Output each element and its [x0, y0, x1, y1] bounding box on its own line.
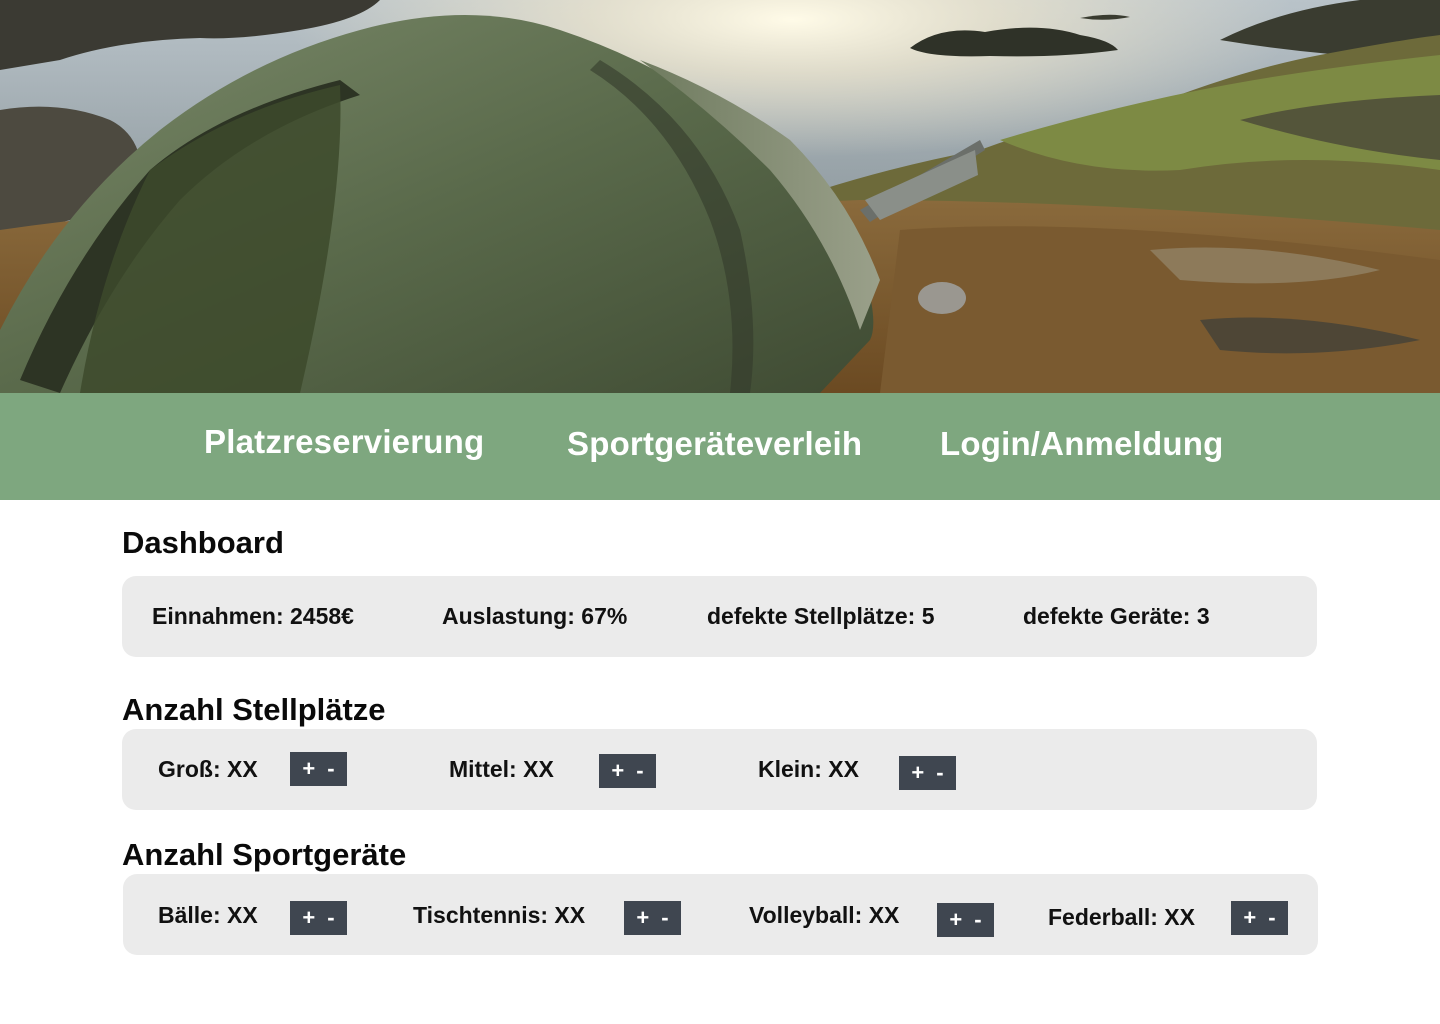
- stellplatz-klein-stepper: + -: [899, 756, 956, 790]
- geraet-tischtennis-stepper: + -: [624, 901, 681, 935]
- minus-button[interactable]: -: [327, 758, 334, 780]
- plus-button[interactable]: +: [1243, 907, 1256, 929]
- minus-button[interactable]: -: [661, 907, 668, 929]
- minus-button[interactable]: -: [327, 907, 334, 929]
- geraet-federball-stepper: + -: [1231, 901, 1288, 935]
- plus-button[interactable]: +: [636, 907, 649, 929]
- stat-defekte-stellplaetze: defekte Stellplätze: 5: [707, 603, 935, 629]
- minus-button[interactable]: -: [636, 760, 643, 782]
- geraet-baelle-label: Bälle: XX: [158, 902, 258, 928]
- sportgeraete-panel: Bälle: XX + - Tischtennis: XX + - Volley…: [123, 874, 1318, 955]
- stellplatz-mittel-stepper: + -: [599, 754, 656, 788]
- plus-button[interactable]: +: [611, 760, 624, 782]
- stellplatz-klein-label: Klein: XX: [758, 756, 859, 782]
- dashboard-title: Dashboard: [122, 525, 284, 560]
- plus-button[interactable]: +: [911, 762, 924, 784]
- minus-button[interactable]: -: [974, 909, 981, 931]
- geraet-baelle-stepper: + -: [290, 901, 347, 935]
- hero-image: [0, 0, 1440, 393]
- minus-button[interactable]: -: [1268, 907, 1275, 929]
- stellplatz-gross-label: Groß: XX: [158, 756, 258, 782]
- plus-button[interactable]: +: [949, 909, 962, 931]
- stat-einnahmen: Einnahmen: 2458€: [152, 603, 354, 629]
- nav-platzreservierung[interactable]: Platzreservierung: [204, 423, 484, 461]
- stellplaetze-title: Anzahl Stellplätze: [122, 692, 386, 727]
- geraet-federball-label: Federball: XX: [1048, 904, 1195, 930]
- main-nav: Platzreservierung Sportgeräteverleih Log…: [0, 393, 1440, 500]
- stellplatz-mittel-label: Mittel: XX: [449, 756, 554, 782]
- nav-login[interactable]: Login/Anmeldung: [940, 425, 1223, 463]
- plus-button[interactable]: +: [302, 758, 315, 780]
- stellplaetze-panel: Groß: XX + - Mittel: XX + - Klein: XX + …: [122, 729, 1317, 810]
- stellplatz-gross-stepper: + -: [290, 752, 347, 786]
- geraet-volleyball-label: Volleyball: XX: [749, 902, 900, 928]
- geraet-tischtennis-label: Tischtennis: XX: [413, 902, 586, 928]
- geraet-volleyball-stepper: + -: [937, 903, 994, 937]
- dashboard-panel: Einnahmen: 2458€ Auslastung: 67% defekte…: [122, 576, 1317, 657]
- minus-button[interactable]: -: [936, 762, 943, 784]
- sportgeraete-title: Anzahl Sportgeräte: [122, 837, 407, 872]
- stat-auslastung: Auslastung: 67%: [442, 603, 628, 629]
- nav-sportgeraeteverleih[interactable]: Sportgeräteverleih: [567, 425, 862, 463]
- stat-defekte-geraete: defekte Geräte: 3: [1023, 603, 1210, 629]
- tent-lake-photo: [0, 0, 1440, 393]
- plus-button[interactable]: +: [302, 907, 315, 929]
